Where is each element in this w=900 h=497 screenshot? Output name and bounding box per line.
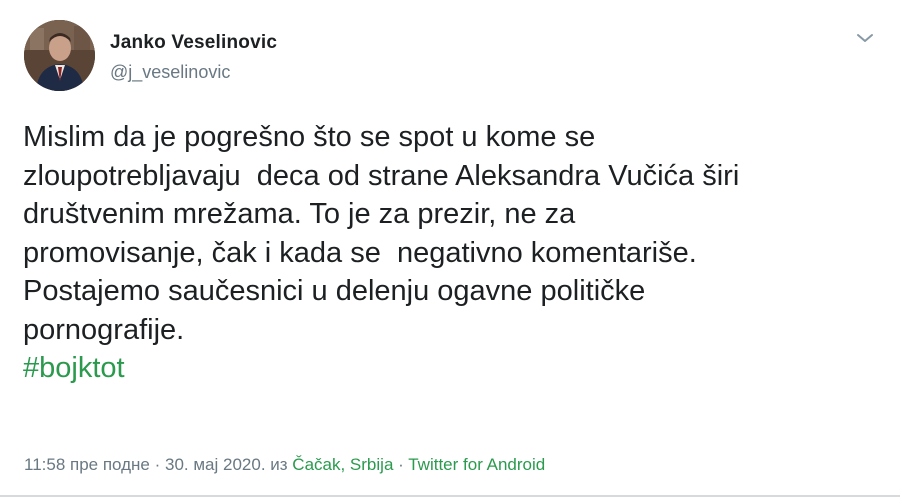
timestamp[interactable]: 11:58 пре подне · 30. мај 2020. из [24, 455, 288, 474]
chevron-down-icon [857, 34, 873, 42]
author-handle[interactable]: @j_veselinovic [110, 62, 230, 83]
tweet-text-line: zloupotrebljavaju deca od strane Aleksan… [23, 159, 740, 192]
source-link[interactable]: Twitter for Android [408, 455, 545, 474]
tweet-text-line: pornografije. [23, 313, 185, 346]
tweet-text-line: Mislim da je pogrešno što se spot u kome… [23, 121, 596, 153]
meta-separator: · [398, 455, 404, 474]
location-link[interactable]: Čačak, Srbija [292, 455, 393, 474]
tweet-text-line: društvenim mrežama. To je za prezir, ne … [23, 198, 576, 230]
avatar[interactable] [24, 20, 95, 91]
tweet-text: Mislim da je pogrešno što se spot u kome… [23, 118, 883, 388]
tweet-menu-button[interactable] [854, 30, 876, 46]
profile-photo-icon [24, 20, 95, 91]
tweet-card: Janko Veselinovic @j_veselinovic Mislim … [0, 0, 900, 497]
hashtag-link[interactable]: #bojktot [23, 349, 883, 388]
tweet-meta: 11:58 пре подне · 30. мај 2020. из Čačak… [24, 455, 545, 475]
author-name[interactable]: Janko Veselinovic [110, 32, 277, 54]
tweet-text-line: Postajemo saučesnici u delenju ogavne po… [23, 275, 646, 307]
tweet-text-line: promovisanje, čak i kada se negativno ko… [23, 236, 697, 269]
